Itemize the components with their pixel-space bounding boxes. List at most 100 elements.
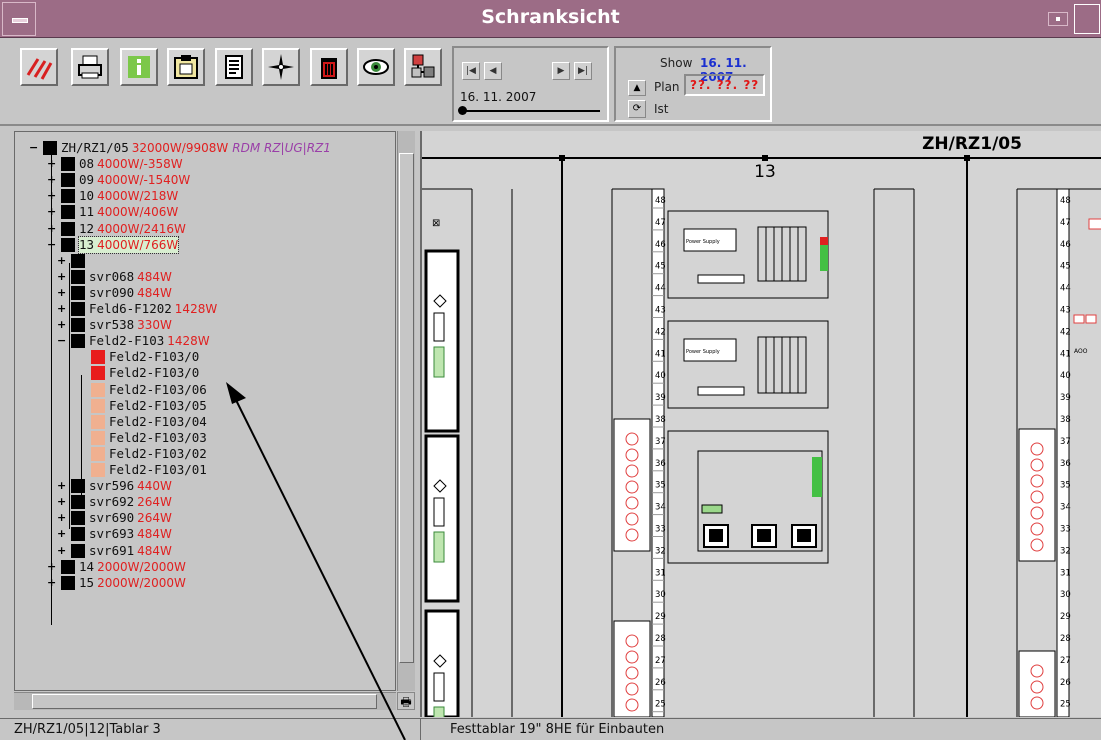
window-title: Schranksicht (481, 6, 620, 28)
document-button[interactable] (215, 48, 253, 86)
ist-refresh-button[interactable]: ⟳ (628, 100, 646, 118)
tree-rack[interactable]: 15 2000W/2000W (79, 575, 186, 591)
node-icon (61, 205, 75, 220)
date-slider-handle[interactable] (458, 106, 467, 115)
node-label: 15 (79, 574, 95, 590)
expand-icon[interactable]: + (57, 319, 66, 330)
tree-device[interactable]: svr068 484W (89, 269, 172, 285)
collapse-icon[interactable]: − (57, 335, 66, 346)
node-label: 13 (79, 236, 95, 252)
tree-device[interactable]: svr693 484W (89, 526, 172, 542)
node-label: 11 (79, 204, 95, 220)
node-label: Feld2-F103/06 (109, 381, 207, 397)
unit-label: 32 (655, 546, 666, 556)
plan-button[interactable]: ▲ (628, 80, 646, 96)
tree-rack[interactable]: 08 4000W/-358W (79, 156, 183, 172)
unit-label: 46 (655, 240, 666, 250)
expand-icon[interactable]: + (57, 303, 66, 314)
prev-date-button[interactable]: ◀ (484, 62, 502, 80)
node-icon (71, 527, 85, 542)
tree-device[interactable]: svr691 484W (89, 543, 172, 559)
node-icon (71, 479, 85, 494)
expand-icon[interactable]: + (57, 545, 66, 556)
node-label: 12 (79, 220, 95, 236)
node-watt: 1428W (167, 334, 210, 349)
tree-rack[interactable]: 10 4000W/218W (79, 188, 178, 204)
print-button[interactable] (71, 48, 109, 86)
psu-label: Power Supply (686, 239, 720, 245)
expand-icon[interactable]: + (57, 512, 66, 523)
clipboard-button[interactable] (167, 48, 205, 86)
tree-device[interactable]: svr538 330W (89, 317, 172, 333)
tree-rack[interactable]: 09 4000W/-1540W (79, 172, 190, 188)
unit-label: 48 (1060, 196, 1071, 206)
node-icon (43, 141, 57, 155)
tree-rack[interactable]: 11 4000W/406W (79, 204, 178, 220)
last-date-button[interactable]: ▶| (574, 62, 592, 80)
node-path: RDM RZ|UG|RZ1 (232, 141, 331, 155)
expand-icon[interactable]: + (57, 287, 66, 298)
node-icon (61, 575, 75, 590)
date-slider-track[interactable] (460, 110, 600, 112)
unit-label: 43 (1060, 306, 1071, 316)
node-watt: 2000W/2000W (97, 559, 186, 574)
delete-button[interactable] (310, 48, 348, 86)
tree-subdevice[interactable]: Feld2-F103/04 (109, 414, 207, 430)
unit-label: 45 (655, 262, 666, 272)
tree-device[interactable]: svr090 484W (89, 285, 172, 301)
tree-subdevice[interactable]: Feld2-F103/0 (109, 349, 199, 365)
tree-device[interactable]: svr596 440W (89, 478, 172, 494)
compass-button[interactable] (262, 48, 300, 86)
rail-post (762, 155, 768, 161)
expand-icon[interactable]: + (57, 255, 66, 266)
node-icon (61, 221, 75, 236)
info-button[interactable] (120, 48, 158, 86)
maximize-button[interactable] (1074, 4, 1100, 34)
tree-rack[interactable]: 14 2000W/2000W (79, 559, 186, 575)
tree-subdevice[interactable]: Feld2-F103/05 (109, 398, 207, 414)
node-watt: 484W (137, 285, 172, 300)
tree-device[interactable]: svr690 264W (89, 510, 172, 526)
network-button[interactable] (404, 48, 442, 86)
unit-label: 36 (1060, 459, 1071, 469)
expand-icon[interactable]: + (57, 496, 66, 507)
tree-connector (81, 375, 82, 504)
node-watt: 4000W/2416W (97, 221, 186, 236)
tree-device[interactable]: Feld2-F103 1428W (89, 333, 210, 349)
minimize-button[interactable] (1048, 12, 1068, 26)
tree-vertical-scrollbar[interactable] (397, 131, 415, 691)
tree-subdevice[interactable]: Feld2-F103/0 (109, 365, 199, 381)
first-date-button[interactable]: |◀ (462, 62, 480, 80)
expand-icon[interactable]: + (57, 480, 66, 491)
tree-vscroll-thumb[interactable] (399, 153, 414, 663)
tree-horizontal-scrollbar[interactable] (14, 692, 396, 710)
plan-date-field[interactable]: ??. ??. ?? (684, 74, 766, 96)
tree-subdevice[interactable]: Feld2-F103/03 (109, 430, 207, 446)
tree-root[interactable]: ZH/RZ1/05 32000W/9908W RDM RZ|UG|RZ1 (61, 140, 331, 156)
tree-subdevice[interactable]: Feld2-F103/06 (109, 382, 207, 398)
tree-rack[interactable]: 13 4000W/766W (77, 235, 180, 254)
unit-label: 42 (655, 327, 666, 337)
unit-label: 36 (655, 459, 666, 469)
tree-device[interactable]: svr692 264W (89, 494, 172, 510)
rack-tree[interactable]: − ZH/RZ1/0532000W/9908WRDM RZ|UG|RZ1 +0840… (14, 131, 396, 691)
expand-icon[interactable]: + (57, 271, 66, 282)
tree-device[interactable]: Feld6-F1202 1428W (89, 301, 217, 317)
node-watt: 440W (137, 479, 172, 494)
next-date-button[interactable]: ▶ (552, 62, 570, 80)
tree-rack[interactable]: 12 4000W/2416W (79, 221, 186, 237)
unit-label: 33 (1060, 525, 1071, 535)
tree-hscroll-thumb[interactable] (32, 694, 377, 709)
blade-slot (433, 497, 445, 527)
node-label: svr692 (89, 494, 135, 510)
tree-print-corner-icon[interactable]: 🖶 (397, 692, 415, 710)
plan-label: Plan (654, 80, 680, 94)
node-watt: 4000W/766W (97, 237, 179, 252)
collapse-icon[interactable]: − (29, 142, 38, 153)
expand-icon[interactable]: + (57, 528, 66, 539)
node-label: Feld6-F1202 (89, 301, 172, 316)
tree-subdevice[interactable]: Feld2-F103/02 (109, 446, 207, 462)
tree-subdevice[interactable]: Feld2-F103/01 (109, 462, 207, 478)
view-button[interactable] (357, 48, 395, 86)
hatch-button[interactable] (20, 48, 58, 86)
